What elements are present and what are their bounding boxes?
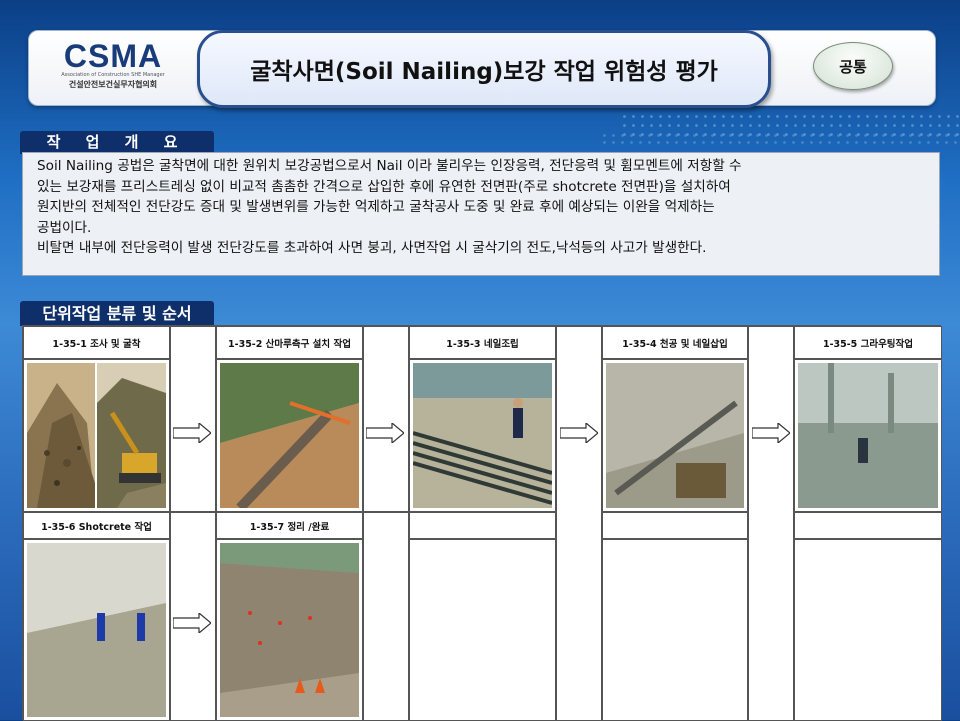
arrow-column-3	[556, 326, 602, 721]
arrow-column-4	[748, 326, 794, 721]
arrow-right-icon	[173, 423, 211, 443]
arrow-right-icon	[752, 423, 790, 443]
arrow-right-icon	[173, 613, 211, 633]
step-7-header: 1-35-7 정리 /완료	[216, 512, 363, 539]
background-dot-pattern-2	[600, 132, 960, 146]
step-1-header: 1-35-1 조사 및 굴착	[23, 326, 170, 359]
step-2-header: 1-35-2 산마루측구 설치 작업	[216, 326, 363, 359]
overview-text-box: Soil Nailing 공법은 굴착면에 대한 원위치 보강공법으로서 Nai…	[22, 152, 940, 276]
category-badge: 공통	[813, 42, 893, 90]
arrow-column-6	[363, 512, 409, 721]
empty-photo-cell-3	[794, 539, 942, 721]
step-1-photo-excavator	[97, 363, 166, 508]
empty-photo-cell-1	[409, 539, 556, 721]
empty-header-1	[409, 512, 556, 539]
arrow-column-2	[363, 326, 409, 512]
step-6-photo-shotcrete	[27, 543, 166, 717]
empty-header-3	[794, 512, 942, 539]
step-7-photo-completion	[220, 543, 359, 717]
empty-photo-cell-2	[602, 539, 748, 721]
overview-line-3: 원지반의 전체적인 전단강도 증대 및 발생변위를 가능한 억제하고 굴착공사 …	[37, 199, 715, 215]
csma-logo: CSMA Association of Construction SHE Man…	[54, 40, 172, 96]
arrow-right-icon	[560, 423, 598, 443]
step-5-header: 1-35-5 그라우팅작업	[794, 326, 942, 359]
arrow-right-icon	[366, 423, 404, 443]
overview-section-label: 작 업 개 요	[20, 131, 214, 154]
page-title: 굴착사면(Soil Nailing)보강 작업 위험성 평가	[250, 59, 718, 85]
overview-line-5: 비탈면 내부에 전단응력이 발생 전단강도를 초과하여 사면 붕괴, 사면작업 …	[37, 240, 707, 256]
step-3-photo-nail-assembly	[413, 363, 552, 508]
step-3-header: 1-35-3 네일조립	[409, 326, 556, 359]
overview-line-4: 공법이다.	[37, 219, 92, 236]
empty-header-2	[602, 512, 748, 539]
overview-line-2: 있는 보강재를 프리스트레싱 없이 비교적 촘촘한 간격으로 삽입한 후에 유연…	[37, 178, 731, 195]
step-4-header: 1-35-4 천공 및 네일삽입	[602, 326, 748, 359]
overview-line-1: Soil Nailing 공법은 굴착면에 대한 원위치 보강공법으로서 Nai…	[37, 158, 742, 174]
arrow-column-1	[170, 326, 216, 512]
step-1-photo-excavation	[27, 363, 95, 508]
step-5-photo-grouting	[798, 363, 938, 508]
steps-section-label: 단위작업 분류 및 순서	[20, 301, 214, 326]
step-6-header: 1-35-6 Shotcrete 작업	[23, 512, 170, 539]
steps-grid: 1-35-1 조사 및 굴착 1-35-2 산마루측구 설치 작업 1-35-3…	[22, 325, 942, 721]
logo-korean: 건설안전보건실무자협의회	[68, 80, 158, 89]
step-2-photo-drainage	[220, 363, 359, 508]
logo-subtext: Association of Construction SHE Manager	[61, 72, 165, 78]
step-4-photo-drilling	[606, 363, 744, 508]
logo-text: CSMA	[63, 38, 163, 74]
title-banner: 굴착사면(Soil Nailing)보강 작업 위험성 평가	[197, 30, 771, 108]
